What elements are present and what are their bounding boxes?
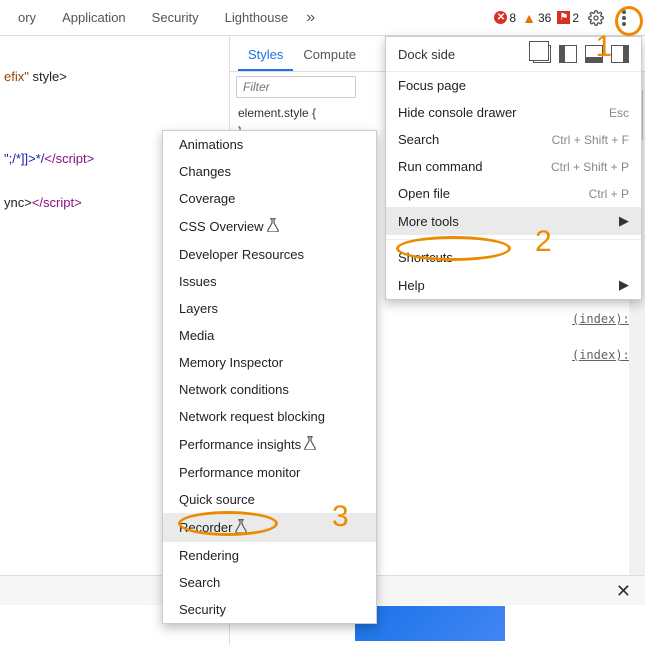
more-tools-item-label: Layers [179, 301, 218, 316]
styles-filter-input[interactable] [236, 76, 356, 98]
more-tools-item-performance-insights[interactable]: Performance insights [163, 430, 376, 459]
dock-side-row: Dock side [386, 37, 641, 72]
dock-bottom-icon[interactable] [585, 45, 603, 63]
dock-side-label: Dock side [398, 47, 525, 62]
flask-icon [267, 218, 279, 235]
menu-search[interactable]: SearchCtrl + Shift + F [386, 126, 641, 153]
style-source-link2[interactable]: (index):3 [572, 346, 637, 364]
code-str: ";/*]]>*/ [4, 151, 44, 166]
more-tools-item-network-conditions[interactable]: Network conditions [163, 376, 376, 403]
more-tools-item-animations[interactable]: Animations [163, 131, 376, 158]
more-tools-item-performance-monitor[interactable]: Performance monitor [163, 459, 376, 486]
more-tabs-icon[interactable]: » [300, 9, 321, 27]
warning-count-value: 36 [538, 11, 551, 25]
menu-help[interactable]: Help▶ [386, 271, 641, 299]
error-icon: ✕ [494, 11, 507, 24]
tab-security[interactable]: Security [140, 4, 211, 31]
close-icon[interactable]: ✕ [616, 581, 631, 602]
more-tools-item-layers[interactable]: Layers [163, 295, 376, 322]
more-tools-item-label: Coverage [179, 191, 235, 206]
code-attr: efix" [4, 69, 29, 84]
more-tools-item-memory-inspector[interactable]: Memory Inspector [163, 349, 376, 376]
issues-count[interactable]: ⚑ 2 [557, 11, 579, 25]
more-tools-item-label: Quick source [179, 492, 255, 507]
more-tools-item-label: Animations [179, 137, 243, 152]
style-source-link[interactable]: (index):3 [572, 310, 637, 328]
issues-icon: ⚑ [557, 11, 570, 24]
panel-tabs: ory Application Security Lighthouse [6, 4, 300, 31]
more-tools-item-label: Changes [179, 164, 231, 179]
tab-styles[interactable]: Styles [238, 39, 293, 71]
more-tools-item-label: Security [179, 602, 226, 617]
more-tools-item-changes[interactable]: Changes [163, 158, 376, 185]
more-tools-item-label: Network request blocking [179, 409, 325, 424]
chevron-right-icon: ▶ [619, 213, 629, 229]
settings-gear-icon[interactable] [585, 7, 607, 29]
devtools-toolbar: ory Application Security Lighthouse » ✕ … [0, 0, 645, 36]
toolbar-right: ✕ 8 ▲ 36 ⚑ 2 [494, 7, 639, 29]
more-tools-item-media[interactable]: Media [163, 322, 376, 349]
warning-icon: ▲ [522, 10, 536, 26]
warning-count[interactable]: ▲ 36 [522, 10, 551, 26]
more-tools-item-css-overview[interactable]: CSS Overview [163, 212, 376, 241]
more-tools-item-developer-resources[interactable]: Developer Resources [163, 241, 376, 268]
preview-thumbnail [355, 606, 505, 641]
flask-icon [304, 436, 316, 453]
more-tools-item-label: CSS Overview [179, 219, 264, 234]
menu-more-tools[interactable]: More tools▶ [386, 207, 641, 235]
more-tools-item-label: Developer Resources [179, 247, 304, 262]
dock-left-icon[interactable] [559, 45, 577, 63]
more-tools-item-security[interactable]: Security [163, 596, 376, 623]
more-tools-item-network-request-blocking[interactable]: Network request blocking [163, 403, 376, 430]
kebab-menu: Dock side Focus page Hide console drawer… [385, 36, 642, 300]
more-tools-item-coverage[interactable]: Coverage [163, 185, 376, 212]
more-tools-item-label: Performance insights [179, 437, 301, 452]
tab-application[interactable]: Application [50, 4, 138, 31]
chevron-right-icon: ▶ [619, 277, 629, 293]
menu-open-file[interactable]: Open fileCtrl + P [386, 180, 641, 207]
menu-focus-page[interactable]: Focus page [386, 72, 641, 99]
more-tools-item-label: Rendering [179, 548, 239, 563]
more-tools-item-quick-source[interactable]: Quick source [163, 486, 376, 513]
code-text: style> [29, 69, 67, 84]
tab-computed[interactable]: Compute [293, 39, 366, 71]
tab-memory[interactable]: ory [6, 4, 48, 31]
code-end-tag: </script​> [44, 151, 94, 166]
more-tools-item-label: Recorder [179, 520, 232, 535]
more-tools-item-label: Performance monitor [179, 465, 300, 480]
more-tools-item-label: Memory Inspector [179, 355, 283, 370]
kebab-menu-icon[interactable] [613, 7, 635, 29]
more-tools-item-issues[interactable]: Issues [163, 268, 376, 295]
more-tools-item-rendering[interactable]: Rendering [163, 542, 376, 569]
more-tools-submenu: Animations Changes Coverage CSS Overview Dev… [162, 130, 377, 624]
more-tools-item-search[interactable]: Search [163, 569, 376, 596]
dock-right-icon[interactable] [611, 45, 629, 63]
error-count-value: 8 [509, 11, 516, 25]
menu-hide-drawer[interactable]: Hide console drawerEsc [386, 99, 641, 126]
code-text2: ync> [4, 195, 32, 210]
menu-shortcuts[interactable]: Shortcuts [386, 244, 641, 271]
more-tools-item-label: Search [179, 575, 220, 590]
more-tools-item-recorder[interactable]: Recorder [163, 513, 376, 542]
dock-undock-icon[interactable] [533, 45, 551, 63]
more-tools-item-label: Issues [179, 274, 217, 289]
more-tools-item-label: Media [179, 328, 214, 343]
more-tools-item-label: Network conditions [179, 382, 289, 397]
tab-lighthouse[interactable]: Lighthouse [213, 4, 301, 31]
code-end-tag2: </script​> [32, 195, 82, 210]
menu-run-command[interactable]: Run commandCtrl + Shift + P [386, 153, 641, 180]
flask-icon [235, 519, 247, 536]
menu-separator [386, 239, 641, 240]
issues-count-value: 2 [572, 11, 579, 25]
error-count[interactable]: ✕ 8 [494, 11, 516, 25]
